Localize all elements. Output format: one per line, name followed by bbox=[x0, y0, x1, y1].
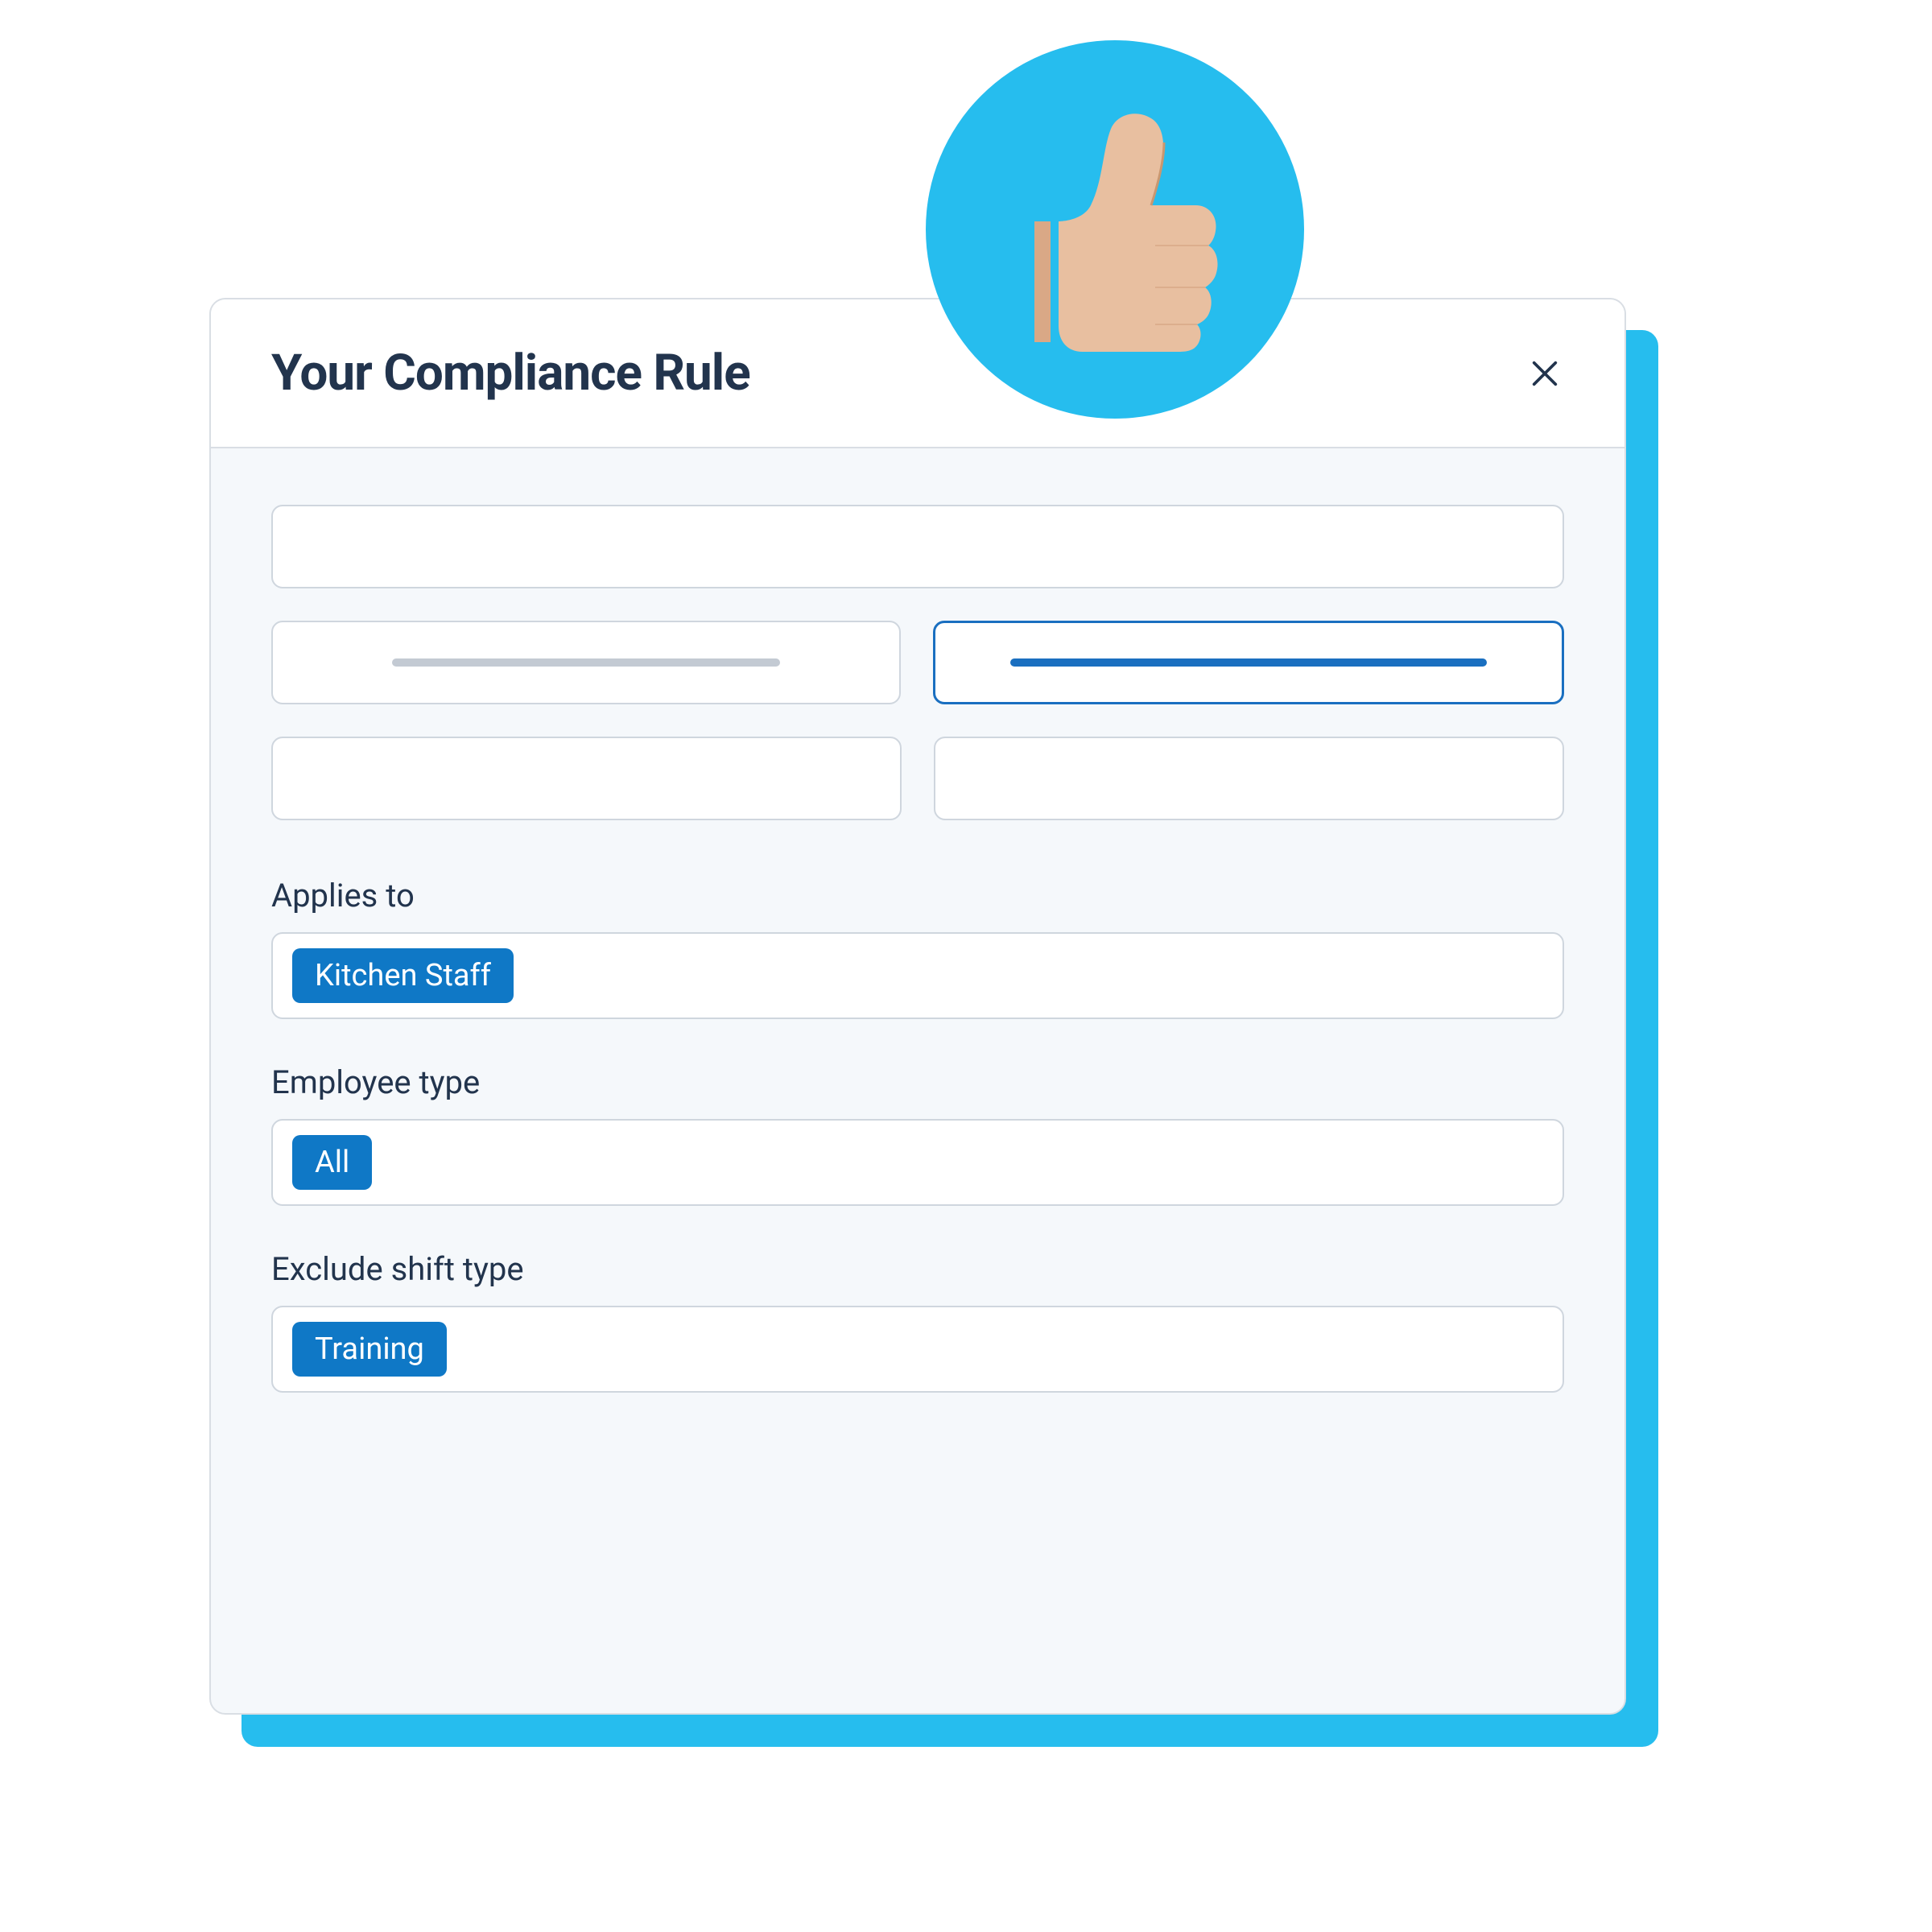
value-input-right[interactable] bbox=[934, 737, 1564, 820]
exclude-shift-type-label: Exclude shift type bbox=[271, 1250, 1564, 1288]
thumbs-up-badge bbox=[926, 40, 1304, 419]
option-input-right[interactable] bbox=[933, 621, 1564, 704]
option-input-left[interactable] bbox=[271, 621, 901, 704]
thumbs-up-icon bbox=[994, 101, 1236, 358]
value-input-left[interactable] bbox=[271, 737, 902, 820]
employee-type-chip[interactable]: All bbox=[292, 1135, 372, 1190]
compliance-rule-dialog: Your Compliance Rule bbox=[209, 298, 1626, 1715]
close-icon bbox=[1529, 357, 1561, 390]
placeholder-bar bbox=[392, 658, 780, 667]
employee-type-label: Employee type bbox=[271, 1063, 1564, 1101]
applies-to-chip[interactable]: Kitchen Staff bbox=[292, 948, 514, 1003]
exclude-shift-type-group: Exclude shift type Training bbox=[271, 1250, 1564, 1393]
dialog-body: Applies to Kitchen Staff Employee type A… bbox=[211, 448, 1624, 1425]
employee-type-group: Employee type All bbox=[271, 1063, 1564, 1206]
active-bar bbox=[1010, 658, 1486, 667]
close-button[interactable] bbox=[1525, 354, 1564, 393]
dialog-title: Your Compliance Rule bbox=[271, 344, 750, 402]
dialog-header: Your Compliance Rule bbox=[211, 299, 1624, 448]
applies-to-group: Applies to Kitchen Staff bbox=[271, 877, 1564, 1019]
employee-type-input[interactable]: All bbox=[271, 1119, 1564, 1206]
applies-to-input[interactable]: Kitchen Staff bbox=[271, 932, 1564, 1019]
exclude-shift-type-chip[interactable]: Training bbox=[292, 1322, 447, 1377]
exclude-shift-type-input[interactable]: Training bbox=[271, 1306, 1564, 1393]
applies-to-label: Applies to bbox=[271, 877, 1564, 914]
rule-name-input[interactable] bbox=[271, 505, 1564, 588]
